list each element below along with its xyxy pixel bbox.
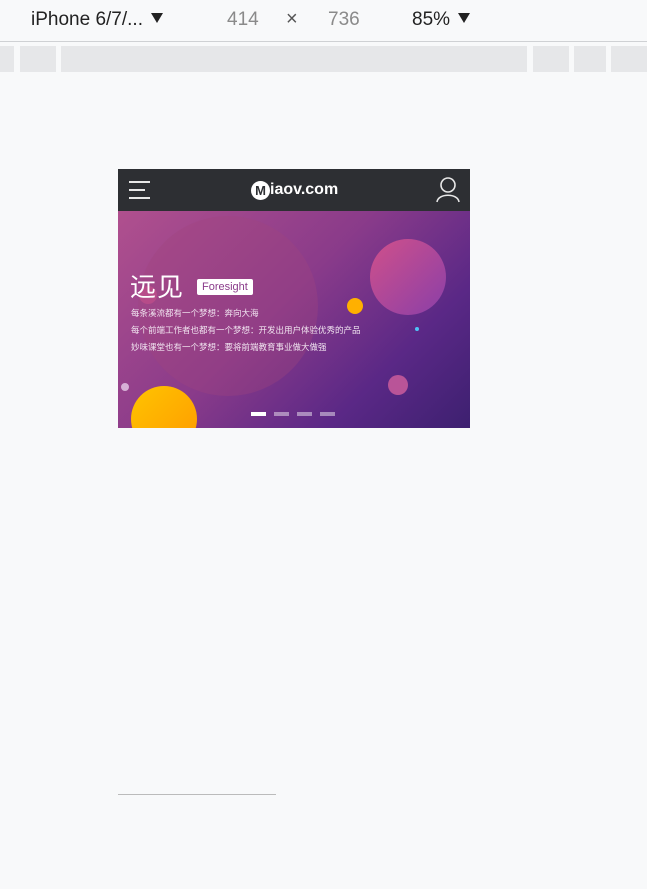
carousel-dot-4[interactable] [320, 412, 335, 416]
device-select[interactable]: iPhone 6/7/... [31, 9, 163, 31]
menu-icon[interactable] [129, 181, 150, 199]
blue-dot [415, 327, 419, 331]
banner-line: 妙味课堂也有一个梦想：要将前端教育事业做大做强 [131, 343, 327, 353]
carousel-indicators [251, 412, 335, 416]
logo-mark: M [251, 180, 270, 200]
background-circle [138, 216, 318, 396]
site-header: Miaov.com [118, 169, 470, 211]
hero-banner[interactable]: 远见 Foresight 每条溪流都有一个梦想：奔向大海 每个前端工作者也都有一… [118, 211, 470, 428]
site-logo[interactable]: Miaov.com [251, 178, 338, 202]
carousel-dot-1[interactable] [251, 412, 266, 416]
user-icon[interactable] [435, 176, 461, 203]
media-query-segment[interactable] [611, 46, 647, 72]
media-query-bar [0, 46, 647, 72]
zoom-label: 85% [412, 9, 451, 30]
logo-text: iaov.com [270, 181, 339, 198]
banner-title: 远见 [130, 273, 185, 303]
carousel-dot-3[interactable] [297, 412, 312, 416]
purple-dot [388, 375, 408, 395]
height-input[interactable]: 736 [328, 9, 360, 31]
device-toolbar: iPhone 6/7/... 414 × 736 85% [0, 0, 647, 42]
width-input[interactable]: 414 [227, 9, 259, 31]
media-query-segment[interactable] [574, 46, 606, 72]
orange-dot [347, 298, 363, 314]
device-viewport: Miaov.com 远见 Foresight 每条溪流都有一个梦想：奔向大海 每… [118, 169, 470, 428]
zoom-select[interactable]: 85% [412, 9, 471, 31]
media-query-segment[interactable] [0, 46, 14, 72]
banner-decoration [121, 216, 446, 428]
media-query-segment[interactable] [61, 46, 527, 72]
banner-line: 每个前端工作者也都有一个梦想：开发出用户体验优秀的产品 [131, 326, 361, 336]
foresight-badge: Foresight [197, 279, 253, 295]
divider [118, 794, 276, 795]
small-dot [121, 383, 129, 391]
banner-line: 每条溪流都有一个梦想：奔向大海 [131, 309, 259, 319]
pink-planet [370, 239, 446, 315]
caret-down-icon [150, 13, 163, 23]
caret-down-icon [458, 13, 471, 23]
device-label: iPhone 6/7/... [31, 9, 143, 30]
media-query-segment[interactable] [20, 46, 56, 72]
times-icon: × [286, 8, 298, 30]
carousel-dot-2[interactable] [274, 412, 289, 416]
media-query-segment[interactable] [533, 46, 569, 72]
orange-planet [131, 386, 197, 428]
